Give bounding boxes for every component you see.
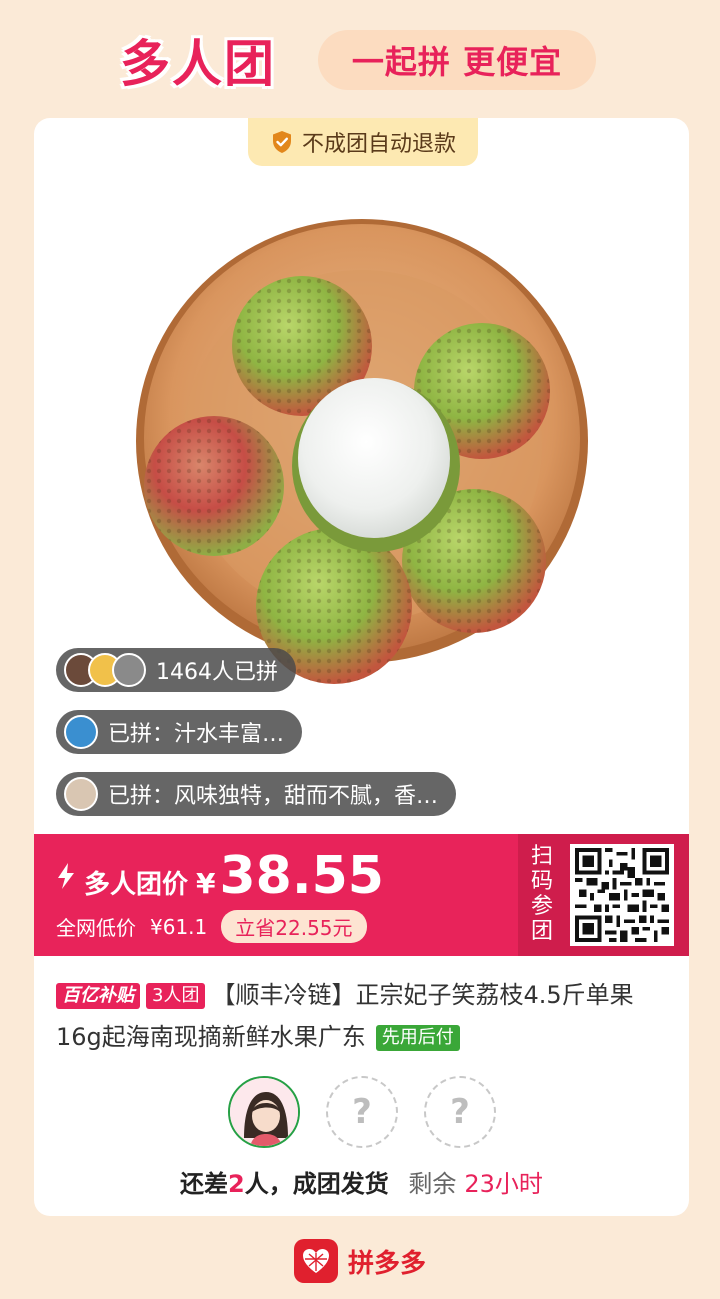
qr-code-icon[interactable] bbox=[570, 844, 674, 946]
question-mark-icon: ? bbox=[352, 1092, 372, 1132]
group-status: 还差2人，成团发货 剩余 23小时 bbox=[34, 1164, 689, 1199]
group-price-value: 38.55 bbox=[219, 846, 384, 906]
group-size-tag: 3人团 bbox=[146, 983, 206, 1009]
savings-badge: 立省22.55元 bbox=[221, 910, 367, 943]
review-text: 已拼：汁水丰富… bbox=[108, 722, 285, 747]
avatar bbox=[112, 653, 146, 687]
product-title-text: 【顺丰冷链】正宗妃子笑荔枝4.5斤单果16g起海南现摘新鲜水果广东 bbox=[56, 981, 634, 1051]
brand-name: 拼多多 bbox=[347, 1248, 426, 1279]
question-mark-icon: ? bbox=[450, 1092, 470, 1132]
page-title: 多人团 bbox=[119, 34, 276, 95]
avatar bbox=[64, 715, 98, 749]
review-pill: 已拼：风味独特，甜而不腻，香… bbox=[56, 772, 457, 816]
empty-member-slot: ? bbox=[326, 1076, 398, 1148]
shield-check-icon bbox=[272, 131, 291, 153]
pay-later-tag: 先用后付 bbox=[375, 1025, 460, 1051]
subsidy-tag: 百亿补贴 bbox=[56, 983, 140, 1009]
group-price-label: 多人团价 bbox=[84, 870, 189, 900]
pinduoduo-logo-icon bbox=[293, 1239, 338, 1283]
currency-symbol: ¥ bbox=[196, 867, 216, 900]
group-card: 不成团自动退款 1464人已拼 已拼：汁水丰富… 已拼：风味独特，甜而不腻，香…… bbox=[34, 118, 689, 1216]
price-banner: 多人团价 ¥ 38.55 全网低价 ¥61.1 立省22.55元 扫码参团 bbox=[34, 834, 689, 956]
avatar bbox=[230, 1078, 298, 1146]
footer-brand: 拼多多 bbox=[0, 1236, 720, 1286]
status-prefix: 还差 bbox=[180, 1170, 229, 1198]
remaining-time: 23小时 bbox=[464, 1170, 543, 1198]
lowest-price-value: ¥61.1 bbox=[150, 914, 208, 939]
status-suffix: 人，成团发货 bbox=[244, 1170, 389, 1198]
product-title[interactable]: 百亿补贴 3人团 【顺丰冷链】正宗妃子笑荔枝4.5斤单果16g起海南现摘新鲜水果广东… bbox=[56, 974, 676, 1058]
slogan-badge: 一起拼 更便宜 bbox=[318, 30, 596, 90]
scan-to-join-panel[interactable]: 扫码参团 bbox=[518, 834, 689, 956]
lightning-icon bbox=[58, 863, 74, 889]
buyer-count-text: 1464人已拼 bbox=[156, 660, 278, 685]
avatar bbox=[64, 777, 98, 811]
buyer-count-pill: 1464人已拼 bbox=[56, 648, 296, 692]
header: 多人团 一起拼 更便宜 bbox=[0, 0, 720, 110]
scan-to-join-label: 扫码参团 bbox=[530, 844, 553, 944]
review-text: 已拼：风味独特，甜而不腻，香… bbox=[108, 784, 439, 809]
group-member-avatar bbox=[228, 1076, 300, 1148]
group-price: 多人团价 ¥ 38.55 bbox=[56, 846, 384, 906]
lowest-price-row: 全网低价 ¥61.1 立省22.55元 bbox=[56, 910, 367, 943]
status-count: 2 bbox=[228, 1170, 245, 1198]
empty-member-slot: ? bbox=[424, 1076, 496, 1148]
review-pill: 已拼：汁水丰富… bbox=[56, 710, 303, 754]
buyer-avatars bbox=[64, 653, 146, 687]
remaining-label: 剩余 bbox=[408, 1170, 457, 1198]
refund-guarantee-label: 不成团自动退款 bbox=[301, 132, 456, 157]
lowest-price-label: 全网低价 bbox=[56, 916, 136, 940]
refund-guarantee-tag: 不成团自动退款 bbox=[248, 118, 478, 166]
